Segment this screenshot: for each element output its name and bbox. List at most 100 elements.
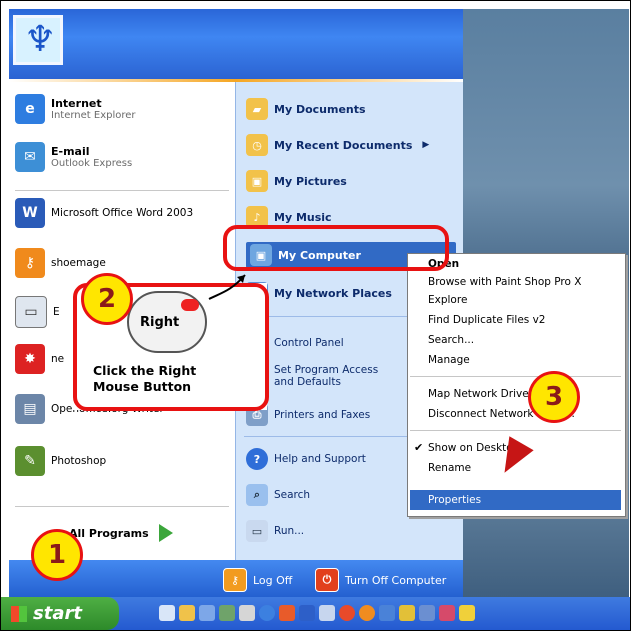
recent-word[interactable]: W Microsoft Office Word 2003: [15, 198, 193, 228]
user-picture-icon: ♆: [24, 19, 57, 60]
ctx-properties[interactable]: Properties: [428, 494, 481, 506]
pinned-title: E-mail: [51, 145, 90, 158]
ctx-rename[interactable]: Rename: [428, 462, 471, 474]
search[interactable]: ⌕ Search: [246, 484, 310, 506]
divider: [410, 376, 621, 377]
instruction-text: Click the Right Mouse Button: [93, 363, 196, 395]
run-icon: ▭: [246, 520, 268, 542]
key-icon: ⚷: [15, 248, 45, 278]
pinned-internet[interactable]: e Internet Internet Explorer: [15, 94, 136, 124]
key-icon: ⚷: [223, 568, 247, 592]
start-label: start: [33, 603, 82, 624]
quicklaunch-icon[interactable]: [199, 605, 215, 621]
step-3-badge: 3: [528, 371, 580, 423]
turn-off-label: Turn Off Computer: [345, 573, 447, 587]
quicklaunch-icon[interactable]: [259, 605, 275, 621]
search-icon: ⌕: [246, 484, 268, 506]
start-button[interactable]: start: [1, 597, 119, 630]
pinned-title: Internet: [51, 97, 102, 110]
right-item-label: Set Program Access and Defaults: [274, 364, 379, 388]
word-icon: W: [15, 198, 45, 228]
recent-ne[interactable]: ✸ ne: [15, 344, 64, 374]
submenu-arrow-icon: ▶: [422, 140, 430, 150]
recent-photoshop[interactable]: ✎ Photoshop: [15, 446, 106, 476]
pinned-subtitle: Internet Explorer: [51, 110, 136, 121]
right-item-label: My Pictures: [274, 174, 347, 188]
right-item-label: Printers and Faxes: [274, 409, 371, 421]
log-off-button[interactable]: ⚷ Log Off: [223, 568, 292, 592]
recent-label: E: [53, 306, 60, 318]
quicklaunch-icon[interactable]: [179, 605, 195, 621]
my-pictures[interactable]: ▣ My Pictures: [246, 170, 347, 192]
right-item-label: Control Panel: [274, 337, 344, 349]
ctx-explore[interactable]: Explore: [428, 294, 467, 306]
quicklaunch-icon[interactable]: [359, 605, 375, 621]
user-avatar[interactable]: ♆: [13, 15, 63, 65]
card-icon: ▭: [15, 296, 47, 328]
run[interactable]: ▭ Run...: [246, 520, 304, 542]
ctx-map-drive[interactable]: Map Network Drive...: [428, 388, 539, 400]
right-item-label: My Recent Documents: [274, 138, 413, 152]
ctx-search[interactable]: Search...: [428, 334, 474, 346]
quicklaunch-icon[interactable]: [419, 605, 435, 621]
log-off-label: Log Off: [253, 573, 293, 587]
recent-folder-icon: ◷: [246, 134, 268, 156]
quicklaunch-icon[interactable]: [159, 605, 175, 621]
recent-label: shoemage: [51, 257, 106, 269]
instruction-line: Click the Right: [93, 363, 197, 378]
step-2-badge: 2: [81, 273, 133, 325]
turn-off-button[interactable]: ⏻ Turn Off Computer: [315, 568, 446, 592]
folder-icon: ▰: [246, 98, 268, 120]
ctx-browse[interactable]: Browse with Paint Shop Pro X: [428, 276, 581, 288]
right-button-marker: [181, 299, 199, 311]
help-and-support[interactable]: ? Help and Support: [246, 448, 366, 470]
green-arrow-icon: [158, 524, 173, 542]
right-item-label: My Network Places: [274, 286, 392, 300]
instruction-line: Mouse Button: [93, 379, 192, 394]
pointer-arrow: [208, 274, 246, 300]
checkmark-icon: ✔: [414, 441, 424, 454]
quicklaunch-icon[interactable]: [299, 605, 315, 621]
writer-icon: ▤: [15, 394, 45, 424]
fire-icon: ✸: [15, 344, 45, 374]
quicklaunch-icon[interactable]: [379, 605, 395, 621]
screenshot-frame: ♆ e Internet Internet Explorer ✉ E-mail …: [0, 0, 631, 631]
right-item-label: My Documents: [274, 102, 366, 116]
divider: [410, 430, 621, 431]
recent-e[interactable]: ▭ E: [15, 296, 60, 328]
right-item-label: My Music: [274, 210, 332, 224]
recent-label: ne: [51, 353, 65, 365]
right-item-label: Help and Support: [274, 453, 366, 465]
my-recent-documents[interactable]: ◷ My Recent Documents ▶: [246, 134, 429, 156]
recent-label: Photoshop: [51, 455, 107, 467]
divider: [15, 190, 229, 191]
feather-icon: ✎: [15, 446, 45, 476]
quicklaunch-icon[interactable]: [239, 605, 255, 621]
right-item-label: Run...: [274, 525, 305, 537]
pinned-subtitle: Outlook Express: [51, 158, 133, 169]
internet-explorer-icon: e: [15, 94, 45, 124]
quicklaunch-icon[interactable]: [219, 605, 235, 621]
divider: [15, 506, 229, 507]
all-programs-button[interactable]: All Programs: [69, 524, 173, 542]
ctx-find-duplicates[interactable]: Find Duplicate Files v2: [428, 314, 545, 326]
help-icon: ?: [246, 448, 268, 470]
right-item-label: Search: [274, 489, 311, 501]
recent-label: Microsoft Office Word 2003: [51, 207, 194, 219]
quicklaunch-icon[interactable]: [399, 605, 415, 621]
ctx-manage[interactable]: Manage: [428, 354, 470, 366]
my-documents[interactable]: ▰ My Documents: [246, 98, 366, 120]
recent-shoemage[interactable]: ⚷ shoemage: [15, 248, 106, 278]
step-1-badge: 1: [31, 529, 83, 581]
start-menu-header: ♆: [9, 9, 463, 79]
mouse-right-label: Right: [140, 315, 180, 330]
outlook-express-icon: ✉: [15, 142, 45, 172]
quicklaunch-icon[interactable]: [439, 605, 455, 621]
pinned-email[interactable]: ✉ E-mail Outlook Express: [15, 142, 132, 172]
quicklaunch-icon[interactable]: [279, 605, 295, 621]
power-icon: ⏻: [315, 568, 339, 592]
quicklaunch-icon[interactable]: [339, 605, 355, 621]
taskbar: start: [1, 597, 630, 630]
quicklaunch-icon[interactable]: [319, 605, 335, 621]
quicklaunch-icon[interactable]: [459, 605, 475, 621]
